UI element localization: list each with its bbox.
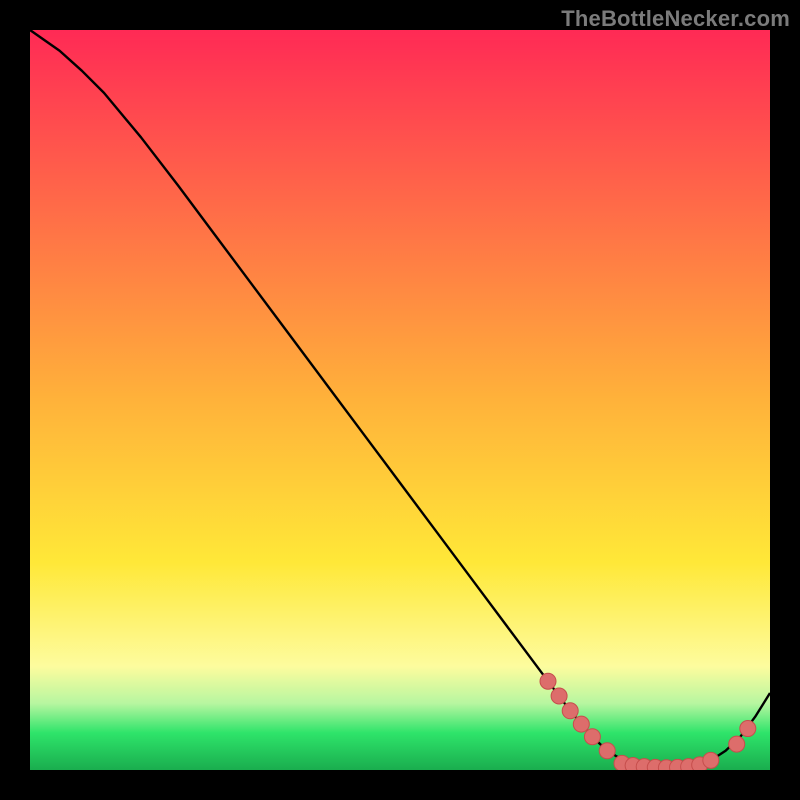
curve-marker — [551, 688, 567, 704]
curve-marker — [562, 703, 578, 719]
curve-marker — [599, 743, 615, 759]
curve-marker — [540, 673, 556, 689]
watermark-text: TheBottleNecker.com — [561, 6, 790, 32]
curve-marker — [573, 716, 589, 732]
curve-marker — [584, 729, 600, 745]
gradient-background — [30, 30, 770, 770]
curve-marker — [740, 721, 756, 737]
plot-area — [30, 30, 770, 770]
curve-marker — [703, 752, 719, 768]
curve-marker — [729, 736, 745, 752]
chart-svg — [30, 30, 770, 770]
